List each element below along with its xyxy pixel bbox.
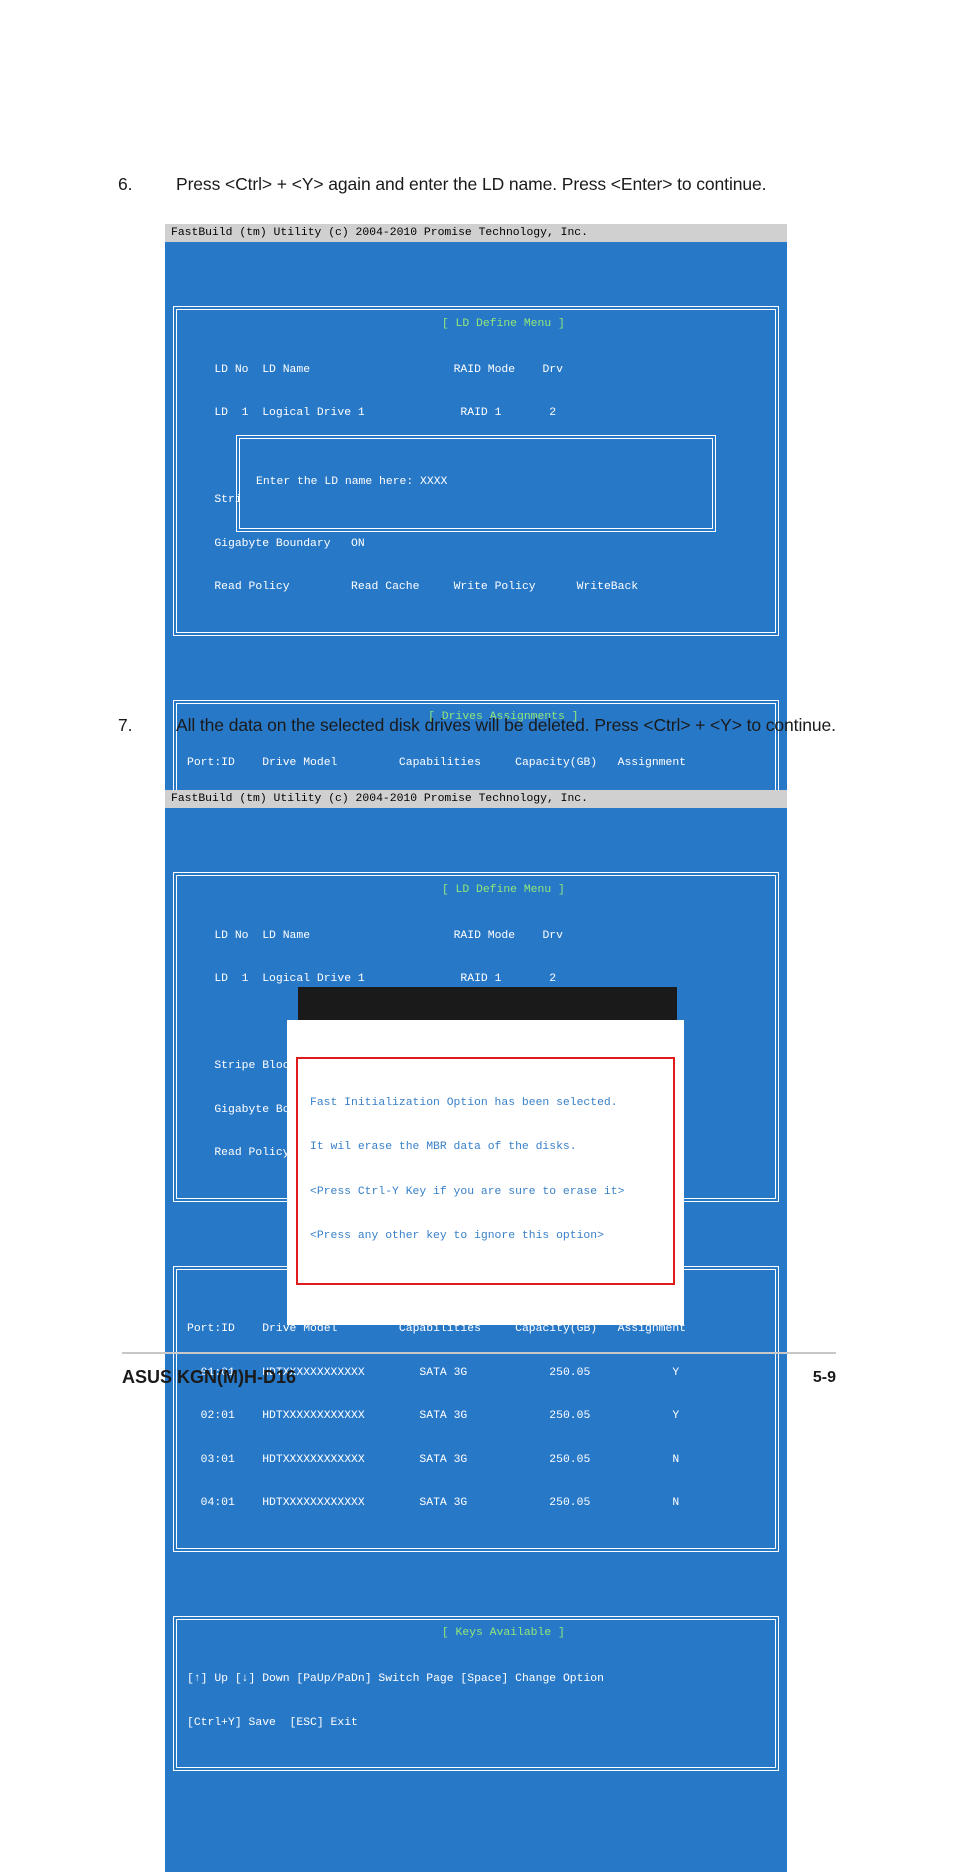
step-7: 7. All the data on the selected disk dri… bbox=[118, 713, 848, 738]
ld-name-input-prompt[interactable]: Enter the LD name here: XXXX bbox=[240, 475, 712, 490]
ld-define-row[interactable]: Gigabyte Boundary ON bbox=[187, 537, 765, 552]
ld-define-menu-caption-text: [ LD Define Menu ] bbox=[439, 883, 567, 896]
warning-ignore-line[interactable]: <Press any other key to ignore this opti… bbox=[310, 1229, 663, 1245]
drive-row[interactable]: 04:01 HDTXXXXXXXXXXXX SATA 3G 250.05 N bbox=[187, 1496, 765, 1511]
ld-define-row[interactable]: Read Policy Read Cache Write Policy Writ… bbox=[187, 580, 765, 595]
ld-define-menu-caption: [ LD Define Menu ] bbox=[177, 868, 775, 912]
fastbuild-titlebar: FastBuild (tm) Utility (c) 2004-2010 Pro… bbox=[165, 790, 787, 808]
warning-confirm-line[interactable]: <Press Ctrl-Y Key if you are sure to era… bbox=[310, 1185, 663, 1201]
step-7-text: All the data on the selected disk drives… bbox=[176, 715, 836, 735]
fastbuild-screen: [ LD Define Menu ] LD No LD Name RAID Mo… bbox=[165, 808, 787, 1872]
ld-define-row[interactable]: LD 1 Logical Drive 1 RAID 1 2 bbox=[187, 406, 765, 421]
ld-define-row: LD No LD Name RAID Mode Drv bbox=[187, 929, 563, 942]
step-6-text: Press <Ctrl> + <Y> again and enter the L… bbox=[176, 174, 767, 194]
ld-define-row: LD No LD Name RAID Mode Drv bbox=[187, 363, 563, 376]
footer-page-number: 5-9 bbox=[812, 1369, 836, 1386]
step-7-number: 7. bbox=[118, 715, 133, 735]
ld-name-input-dialog[interactable]: Enter the LD name here: XXXX bbox=[236, 435, 716, 532]
drive-row[interactable]: 02:01 HDTXXXXXXXXXXXX SATA 3G 250.05 Y bbox=[187, 1409, 765, 1424]
keys-available-row: [Ctrl+Y] Save [ESC] Exit bbox=[187, 1716, 358, 1729]
ld-define-menu-caption: [ LD Define Menu ] bbox=[177, 302, 775, 346]
warning-line: It wil erase the MBR data of the disks. bbox=[310, 1141, 577, 1153]
keys-available-caption-text: [ Keys Available ] bbox=[439, 1627, 567, 1639]
step-6: 6. Press <Ctrl> + <Y> again and enter th… bbox=[118, 172, 858, 197]
fastbuild-titlebar: FastBuild (tm) Utility (c) 2004-2010 Pro… bbox=[165, 224, 787, 242]
drive-row[interactable]: 03:01 HDTXXXXXXXXXXXX SATA 3G 250.05 N bbox=[187, 1453, 765, 1468]
footer-board-name: ASUS KGN(M)H-D16 bbox=[122, 1367, 297, 1387]
warning-line: Fast Initialization Option has been sele… bbox=[310, 1096, 618, 1109]
ld-define-menu-caption-text: [ LD Define Menu ] bbox=[439, 317, 567, 330]
keys-available-caption: [ Keys Available ] bbox=[177, 1612, 775, 1656]
drives-table-header: Port:ID Drive Model Capabilities Capacit… bbox=[187, 757, 686, 769]
keys-available-panel: [ Keys Available ] [↑] Up [↓] Down [PaUp… bbox=[173, 1615, 779, 1771]
warning-dialog-body: Fast Initialization Option has been sele… bbox=[296, 1056, 675, 1285]
fast-initialization-warning-dialog[interactable]: Fast Initialization Option has been sele… bbox=[287, 976, 684, 1354]
step-6-number: 6. bbox=[118, 174, 133, 194]
fastbuild-screenshot-warning: FastBuild (tm) Utility (c) 2004-2010 Pro… bbox=[165, 790, 787, 1872]
warning-dialog-frame[interactable]: Fast Initialization Option has been sele… bbox=[287, 1019, 684, 1325]
keys-available-row: [↑] Up [↓] Down [PaUp/PaDn] Switch Page … bbox=[187, 1673, 604, 1685]
